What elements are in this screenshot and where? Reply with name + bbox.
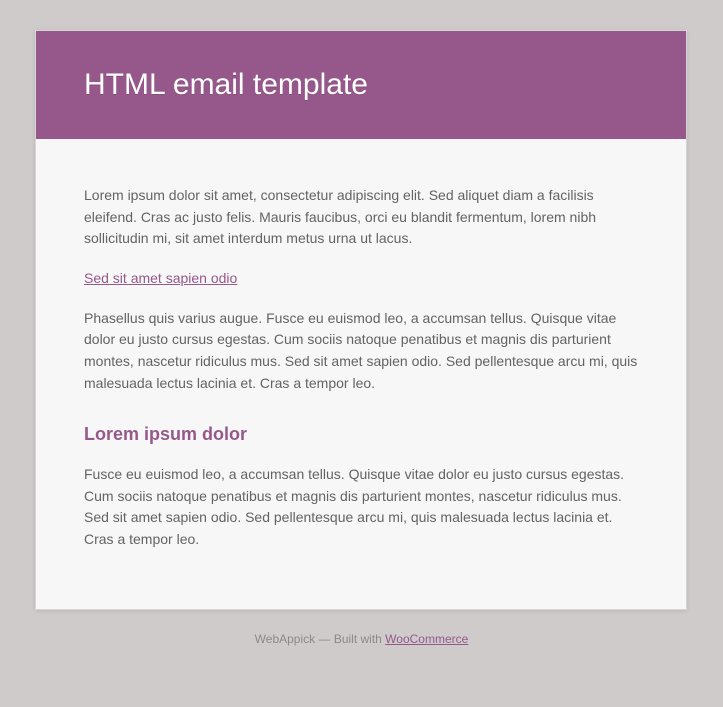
body-heading-2: Lorem ipsum dolor [84,423,638,446]
body-link-line: Sed sit amet sapien odio [84,268,638,290]
page-wrapper: HTML email template Lorem ipsum dolor si… [0,0,723,646]
footer-prefix: WebAppick — Built with [255,632,386,646]
email-body: Lorem ipsum dolor sit amet, consectetur … [36,139,686,609]
body-paragraph-3: Fusce eu euismod leo, a accumsan tellus.… [84,464,638,551]
footer-link[interactable]: WooCommerce [385,632,468,646]
email-footer: WebAppick — Built with WooCommerce [35,610,688,646]
email-card: HTML email template Lorem ipsum dolor si… [35,30,687,610]
body-paragraph-1: Lorem ipsum dolor sit amet, consectetur … [84,185,638,250]
body-paragraph-2: Phasellus quis varius augue. Fusce eu eu… [84,308,638,395]
email-header: HTML email template [36,31,686,139]
email-title: HTML email template [84,67,638,103]
body-link[interactable]: Sed sit amet sapien odio [84,270,237,286]
